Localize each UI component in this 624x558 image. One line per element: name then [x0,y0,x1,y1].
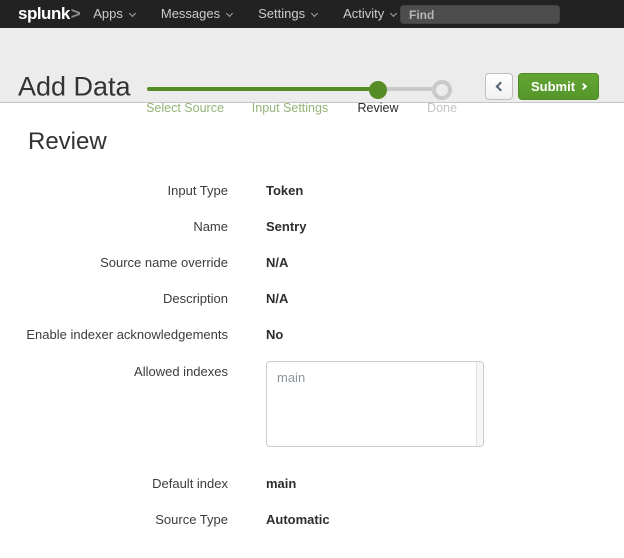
done-step-ring [432,80,452,100]
review-row-indexer-acknowledgements: Enable indexer acknowledgements No [0,316,624,352]
field-label: Source name override [0,255,228,270]
field-value: N/A [266,291,288,306]
progress-track-complete [147,87,378,91]
nav-item-apps[interactable]: Apps [80,0,148,28]
chevron-down-icon [390,10,397,17]
field-value: N/A [266,255,288,270]
field-label: Source Type [0,512,228,527]
splunk-logo-chevron-icon: > [71,4,80,23]
step-label-input-settings: Input Settings [252,101,328,115]
submit-button[interactable]: Submit [518,73,599,100]
field-label: Input Type [0,183,228,198]
chevron-down-icon [226,10,233,17]
listbox-scrollbar[interactable] [476,362,483,446]
field-value: Sentry [266,219,306,234]
field-value: main [266,361,484,447]
submit-button-label: Submit [531,79,575,94]
nav-item-messages[interactable]: Messages [148,0,245,28]
field-value: main [266,476,296,491]
wizard-progress-bar: Select Source Input Settings Review Done [147,80,457,120]
review-row-input-type: Input Type Token [0,172,624,208]
nav-item-settings[interactable]: Settings [245,0,330,28]
page-title: Add Data [18,71,131,103]
back-button[interactable] [485,73,513,100]
field-label: Description [0,291,228,306]
top-nav: splunk> Apps Messages Settings Activity [0,0,624,28]
review-row-default-index: Default index main [0,465,624,501]
step-label-select-source: Select Source [146,101,224,115]
allowed-indexes-listbox[interactable]: main [266,361,484,447]
review-panel: Review Input Type Token Name Sentry Sour… [0,129,624,537]
splunk-logo-text: splunk [18,4,70,23]
find-input[interactable] [400,5,560,24]
review-row-source-name-override: Source name override N/A [0,244,624,280]
field-label: Name [0,219,228,234]
field-value: Automatic [266,512,330,527]
review-heading: Review [28,129,624,155]
nav-item-label: Settings [258,6,305,21]
nav-item-label: Messages [161,6,220,21]
review-row-description: Description N/A [0,280,624,316]
chevron-left-icon [496,82,506,92]
field-value: Token [266,183,303,198]
page-header: Add Data Select Source Input Settings Re… [0,28,624,103]
current-step-dot [369,81,387,99]
step-label-review: Review [358,101,399,115]
field-label: Enable indexer acknowledgements [0,327,228,342]
field-label: Allowed indexes [0,361,228,379]
review-row-name: Name Sentry [0,208,624,244]
chevron-right-icon [580,83,587,90]
chevron-down-icon [311,10,318,17]
step-label-done: Done [427,101,457,115]
splunk-logo[interactable]: splunk> [18,0,80,28]
nav-item-label: Apps [93,6,123,21]
review-row-source-type: Source Type Automatic [0,501,624,537]
field-label: Default index [0,476,228,491]
chevron-down-icon [129,10,136,17]
nav-item-label: Activity [343,6,384,21]
field-value: No [266,327,283,342]
review-row-allowed-indexes: Allowed indexes main [0,352,624,447]
nav-item-activity[interactable]: Activity [330,0,409,28]
listbox-item-main: main [277,370,305,385]
